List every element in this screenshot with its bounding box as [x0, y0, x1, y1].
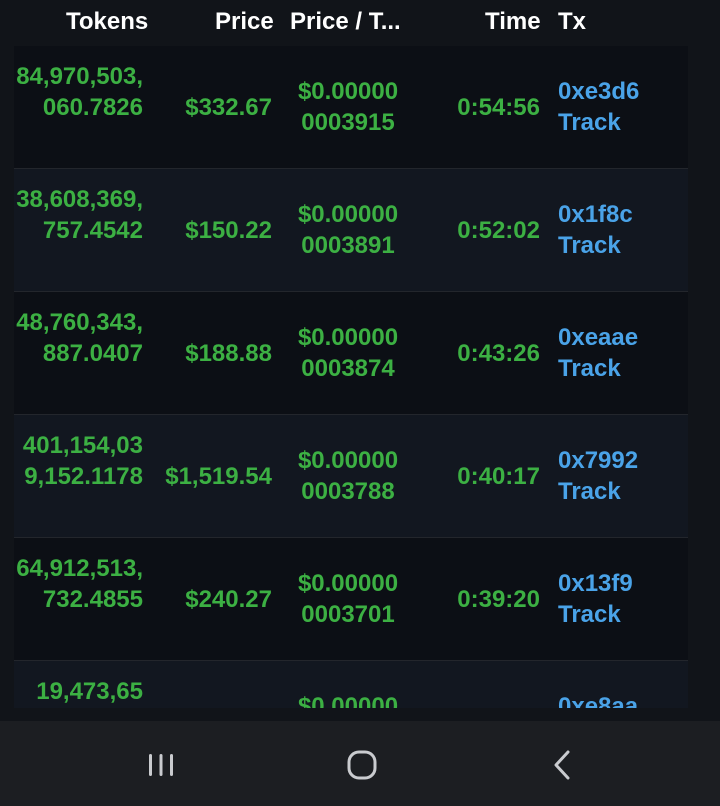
table-row: 64,912,513,732.4855 $240.27 $0.000000003… — [14, 538, 688, 661]
column-header-time[interactable]: Time — [485, 8, 541, 36]
tokens-cell: 48,760,343,887.0407 — [16, 309, 143, 367]
table-header: Tokens Price Price / T... Time Tx — [0, 0, 720, 46]
tx-hash-link[interactable]: 0xe3d6 — [558, 76, 683, 107]
track-link[interactable]: Track — [558, 353, 683, 384]
home-icon — [347, 750, 377, 780]
price-per-token-cell: $0.000000003788 — [297, 447, 399, 505]
price-cell: $1,519.54 — [165, 463, 272, 490]
recent-apps-icon — [149, 754, 173, 776]
time-cell: 0:54:56 — [457, 94, 540, 121]
tokens-cell: 19,473,65 — [36, 678, 143, 705]
tx-hash-link[interactable]: 0x7992 — [558, 445, 683, 476]
tx-cell: 0xeaae Track — [558, 322, 683, 384]
tx-hash-link[interactable]: 0x13f9 — [558, 568, 683, 599]
price-per-token-cell: $0.000000003891 — [297, 201, 399, 259]
system-navigation-bar — [0, 721, 720, 806]
recent-apps-button[interactable] — [131, 741, 191, 789]
tx-hash-link[interactable]: 0x1f8c — [558, 199, 683, 230]
column-header-tx[interactable]: Tx — [558, 8, 586, 36]
column-header-price[interactable]: Price — [215, 8, 274, 36]
tokens-cell: 401,154,039,152.1178 — [22, 432, 143, 490]
tx-cell: 0x1f8c Track — [558, 199, 683, 261]
track-link[interactable]: Track — [558, 107, 683, 138]
tx-cell: 0x7992 Track — [558, 445, 683, 507]
time-cell: 0:39:20 — [457, 586, 540, 613]
app-screen: Tokens Price Price / T... Time Tx 84,970… — [0, 0, 720, 806]
price-cell: $188.88 — [185, 340, 272, 367]
table-row: 401,154,039,152.1178 $1,519.54 $0.000000… — [14, 415, 688, 538]
tokens-cell: 64,912,513,732.4855 — [16, 555, 143, 613]
back-icon — [554, 750, 570, 780]
tx-cell: 0xe3d6 Track — [558, 76, 683, 138]
tx-hash-link[interactable]: 0xeaae — [558, 322, 683, 353]
track-link[interactable]: Track — [558, 599, 683, 630]
tx-hash-link[interactable]: 0xe8aa — [558, 691, 683, 708]
table-row: 19,473,65 $0.00000 0xe8aa — [14, 661, 688, 708]
table-row: 38,608,369,757.4542 $150.22 $0.000000003… — [14, 169, 688, 292]
price-per-token-cell: $0.000000003915 — [297, 78, 399, 136]
time-cell: 0:40:17 — [457, 463, 540, 490]
tokens-cell: 38,608,369,757.4542 — [16, 186, 143, 244]
track-link[interactable]: Track — [558, 476, 683, 507]
table-row: 48,760,343,887.0407 $188.88 $0.000000003… — [14, 292, 688, 415]
column-header-price-per-token[interactable]: Price / T... — [290, 8, 401, 36]
back-button[interactable] — [533, 741, 593, 789]
transactions-table[interactable]: 84,970,503,060.7826 $332.67 $0.000000003… — [14, 46, 688, 708]
home-button[interactable] — [332, 741, 392, 789]
price-per-token-cell: $0.000000003701 — [297, 570, 399, 628]
tx-cell: 0x13f9 Track — [558, 568, 683, 630]
tokens-cell: 84,970,503,060.7826 — [16, 63, 143, 121]
table-row: 84,970,503,060.7826 $332.67 $0.000000003… — [14, 46, 688, 169]
column-header-tokens[interactable]: Tokens — [66, 8, 148, 36]
price-per-token-cell: $0.000000003874 — [297, 324, 399, 382]
price-cell: $150.22 — [185, 217, 272, 244]
tx-cell: 0xe8aa — [558, 691, 683, 708]
price-cell: $240.27 — [185, 586, 272, 613]
price-cell: $332.67 — [185, 94, 272, 121]
track-link[interactable]: Track — [558, 230, 683, 261]
time-cell: 0:43:26 — [457, 340, 540, 367]
price-per-token-cell: $0.00000 — [297, 693, 399, 708]
time-cell: 0:52:02 — [457, 217, 540, 244]
